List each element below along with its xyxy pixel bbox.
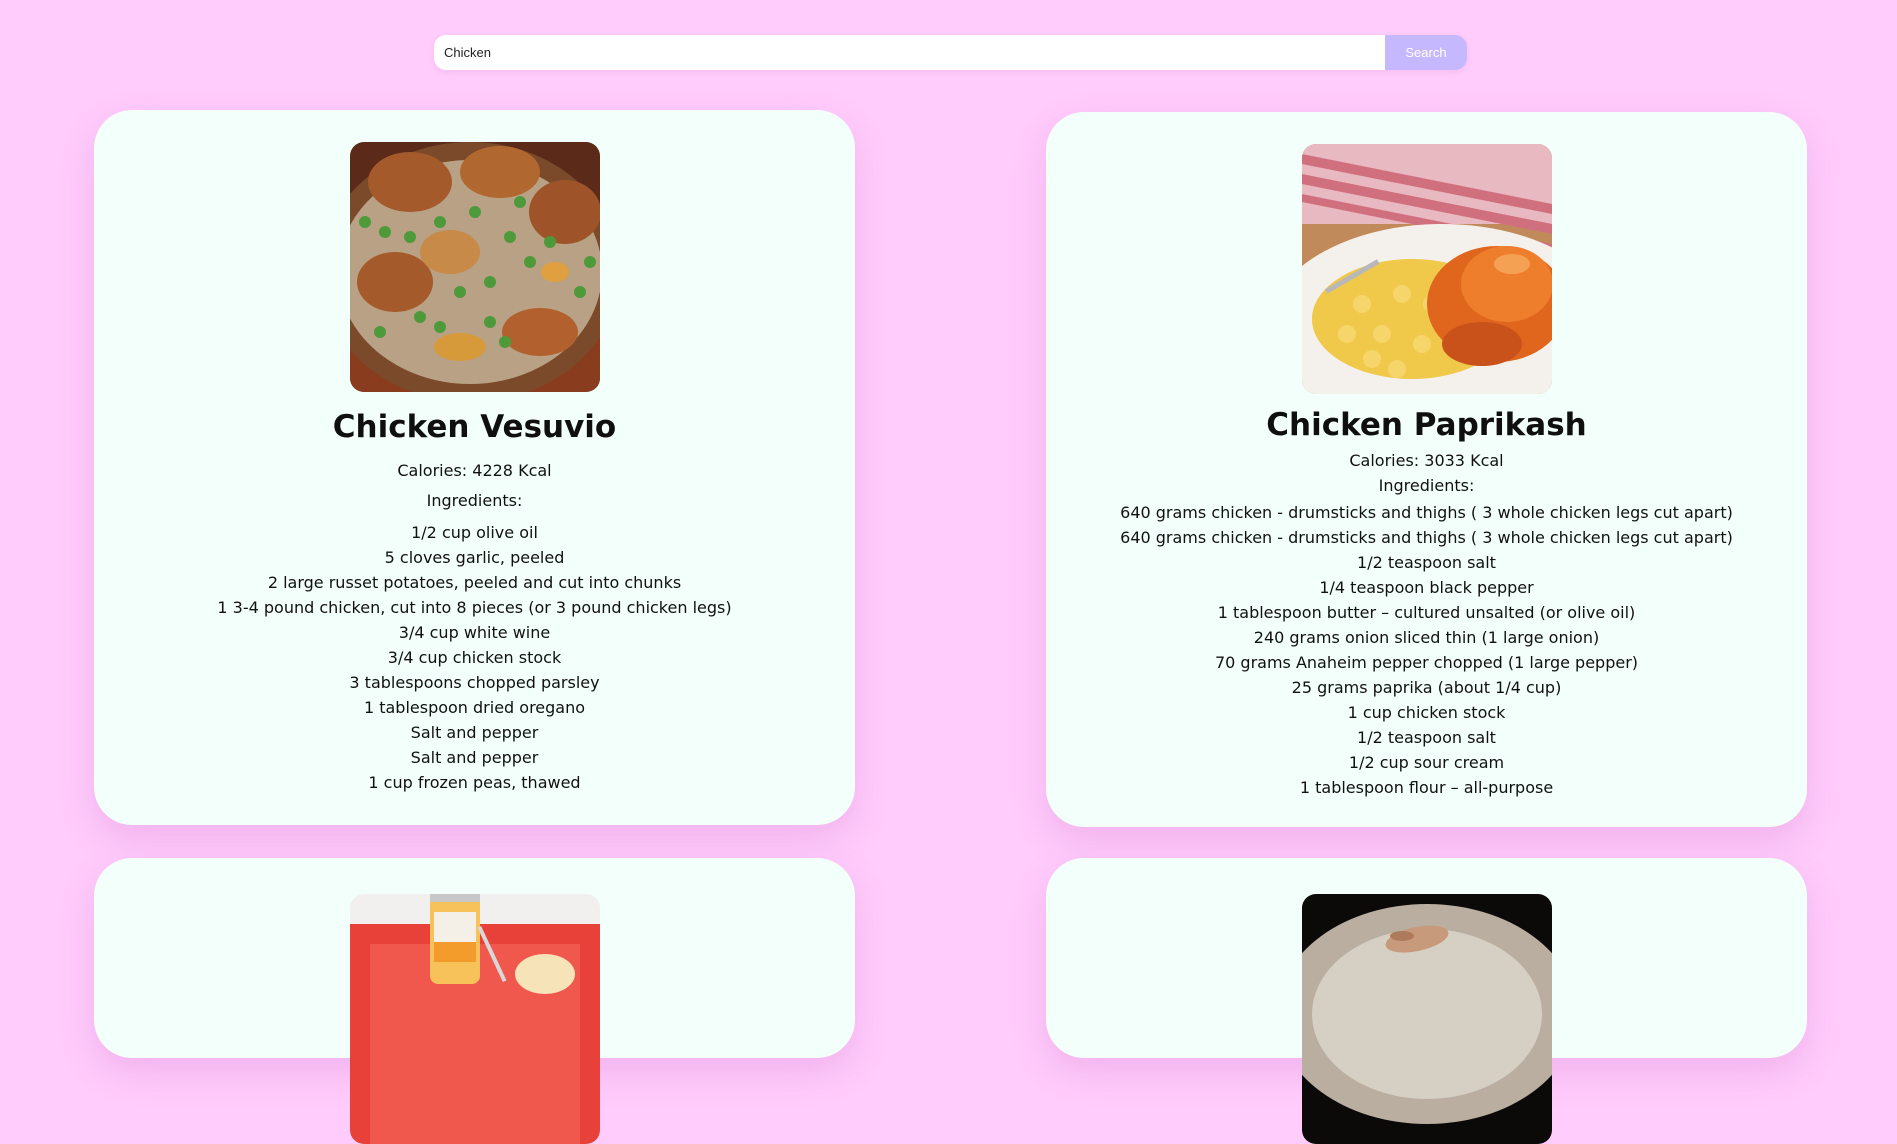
- ingredient-item: 1 tablespoon dried oregano: [363, 698, 586, 717]
- ingredient-item: 1 tablespoon flour – all-purpose: [1299, 778, 1554, 797]
- ingredient-item: 5 cloves garlic, peeled: [384, 548, 565, 567]
- ingredient-item: 640 grams chicken - drumsticks and thigh…: [1120, 503, 1733, 522]
- ingredient-item: 1 tablespoon butter – cultured unsalted …: [1217, 603, 1636, 622]
- recipe-card: Chicken Paprikash Calories: 3033 Kcal In…: [1046, 112, 1807, 827]
- ingredients-label: Ingredients:: [426, 491, 523, 510]
- ingredient-item: Salt and pepper: [410, 748, 539, 767]
- ingredient-item: 1 cup chicken stock: [1347, 703, 1506, 722]
- ingredient-item: 1/4 teaspoon black pepper: [1319, 578, 1534, 597]
- search-button[interactable]: Search: [1385, 35, 1467, 70]
- recipe-title: Chicken Vesuvio: [332, 409, 617, 445]
- recipe-image: [349, 142, 600, 392]
- recipe-card: [94, 858, 855, 1144]
- recipe-card: [1046, 858, 1807, 1144]
- ingredient-item: 1/2 teaspoon salt: [1357, 728, 1496, 747]
- recipe-title: Chicken Paprikash: [1266, 407, 1587, 443]
- ingredient-item: 1 cup frozen peas, thawed: [368, 773, 581, 792]
- ingredient-item: Salt and pepper: [410, 723, 539, 742]
- ingredient-item: 640 grams chicken - drumsticks and thigh…: [1120, 528, 1733, 547]
- recipe-image: [1301, 894, 1552, 1144]
- ingredient-item: 1/2 cup sour cream: [1348, 753, 1505, 772]
- recipe-image: [349, 894, 600, 1144]
- ingredient-item: 70 grams Anaheim pepper chopped (1 large…: [1214, 653, 1639, 672]
- ingredient-item: 240 grams onion sliced thin (1 large oni…: [1253, 628, 1600, 647]
- ingredient-item: 1/2 teaspoon salt: [1357, 553, 1496, 572]
- ingredients-label: Ingredients:: [1378, 476, 1475, 495]
- recipe-calories: Calories: 3033 Kcal: [1349, 451, 1504, 470]
- ingredient-item: 3 tablespoons chopped parsley: [349, 673, 600, 692]
- ingredient-item: 1/2 cup olive oil: [411, 523, 538, 542]
- ingredient-item: 25 grams paprika (about 1/4 cup): [1291, 678, 1562, 697]
- recipe-image: [1301, 144, 1552, 394]
- search-bar: Search: [434, 35, 1467, 70]
- ingredient-list: 1/2 cup olive oil 5 cloves garlic, peele…: [94, 520, 855, 795]
- ingredient-item: 3/4 cup chicken stock: [387, 648, 562, 667]
- recipe-calories: Calories: 4228 Kcal: [397, 461, 552, 480]
- ingredient-list: 640 grams chicken - drumsticks and thigh…: [1046, 500, 1807, 800]
- search-input[interactable]: [434, 35, 1385, 70]
- ingredient-item: 2 large russet potatoes, peeled and cut …: [267, 573, 682, 592]
- ingredient-item: 1 3-4 pound chicken, cut into 8 pieces (…: [217, 598, 732, 617]
- recipe-card: Chicken Vesuvio Calories: 4228 Kcal Ingr…: [94, 110, 855, 825]
- ingredient-item: 3/4 cup white wine: [398, 623, 551, 642]
